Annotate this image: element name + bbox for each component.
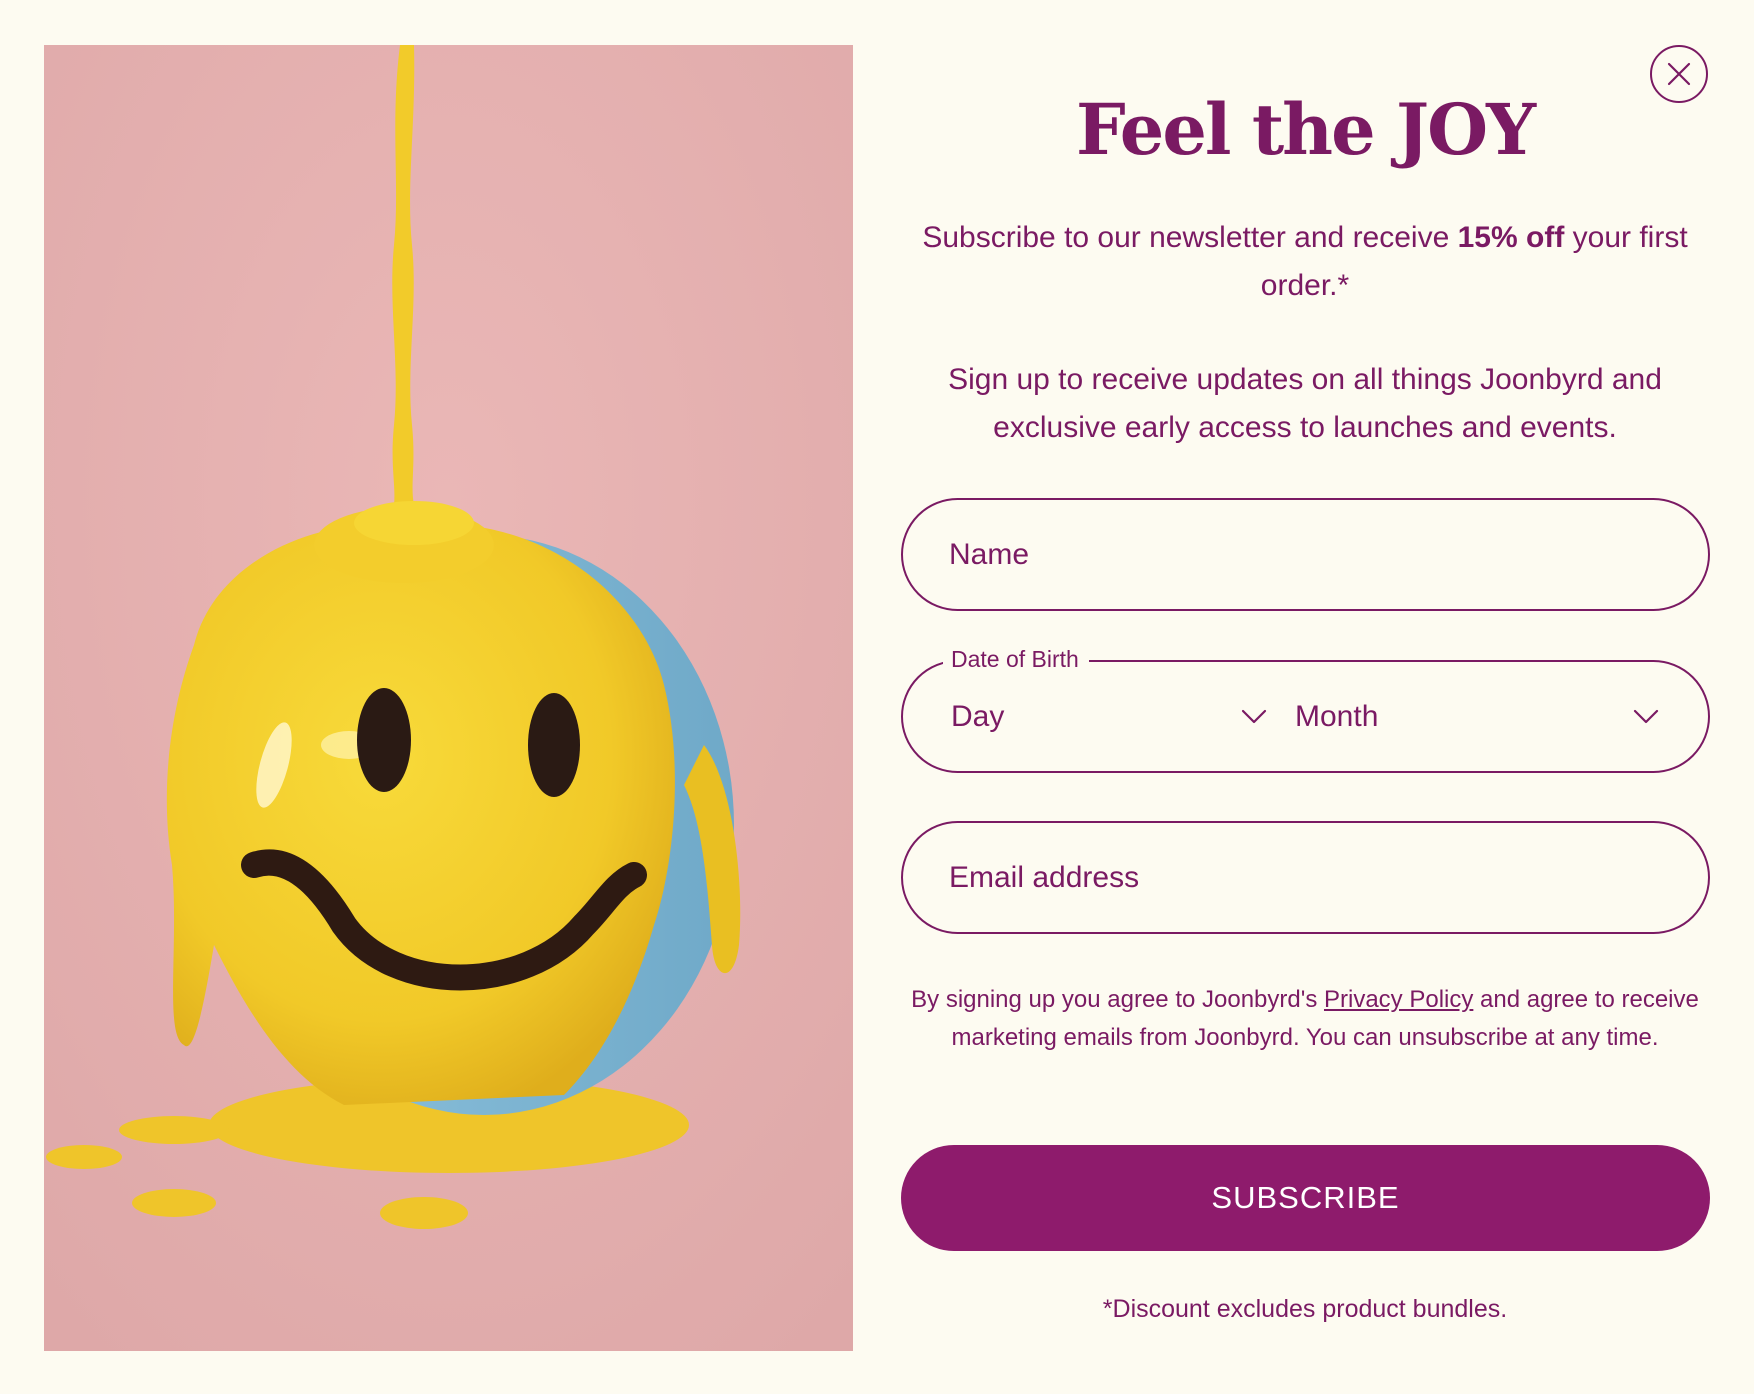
email-field[interactable] xyxy=(901,821,1710,934)
legal-text-start: By signing up you agree to Joonbyrd's xyxy=(911,986,1324,1013)
legal-text: By signing up you agree to Joonbyrd's Pr… xyxy=(900,981,1710,1057)
subscribe-button[interactable]: SUBSCRIBE xyxy=(901,1145,1710,1251)
offer-discount: 15% off xyxy=(1457,221,1565,254)
discount-footnote: *Discount excludes product bundles. xyxy=(1102,1295,1508,1323)
day-select[interactable]: Day xyxy=(951,662,1267,771)
month-select[interactable]: Month xyxy=(1295,662,1665,771)
email-input[interactable] xyxy=(903,823,1708,932)
privacy-policy-link[interactable]: Privacy Policy xyxy=(1324,986,1473,1013)
day-select-value: Day xyxy=(951,699,1005,733)
chevron-down-icon xyxy=(1241,709,1267,723)
offer-text-start: Subscribe to our newsletter and receive xyxy=(922,221,1458,254)
modal-title: Feel the JOY xyxy=(1075,88,1536,171)
newsletter-modal: Feel the JOY Subscribe to our newsletter… xyxy=(0,0,1754,1394)
month-select-value: Month xyxy=(1295,699,1379,733)
close-icon xyxy=(1667,62,1691,86)
name-field[interactable] xyxy=(901,498,1710,611)
smiley-candy-apple-illustration xyxy=(44,45,853,1351)
name-input[interactable] xyxy=(903,500,1708,609)
signup-description: Sign up to receive updates on all things… xyxy=(948,363,1662,444)
hero-image xyxy=(44,45,853,1351)
date-of-birth-field: Date of Birth Day Month xyxy=(901,644,1710,773)
chevron-down-icon xyxy=(1633,709,1659,723)
offer-text: Subscribe to our newsletter and receive … xyxy=(900,214,1710,310)
